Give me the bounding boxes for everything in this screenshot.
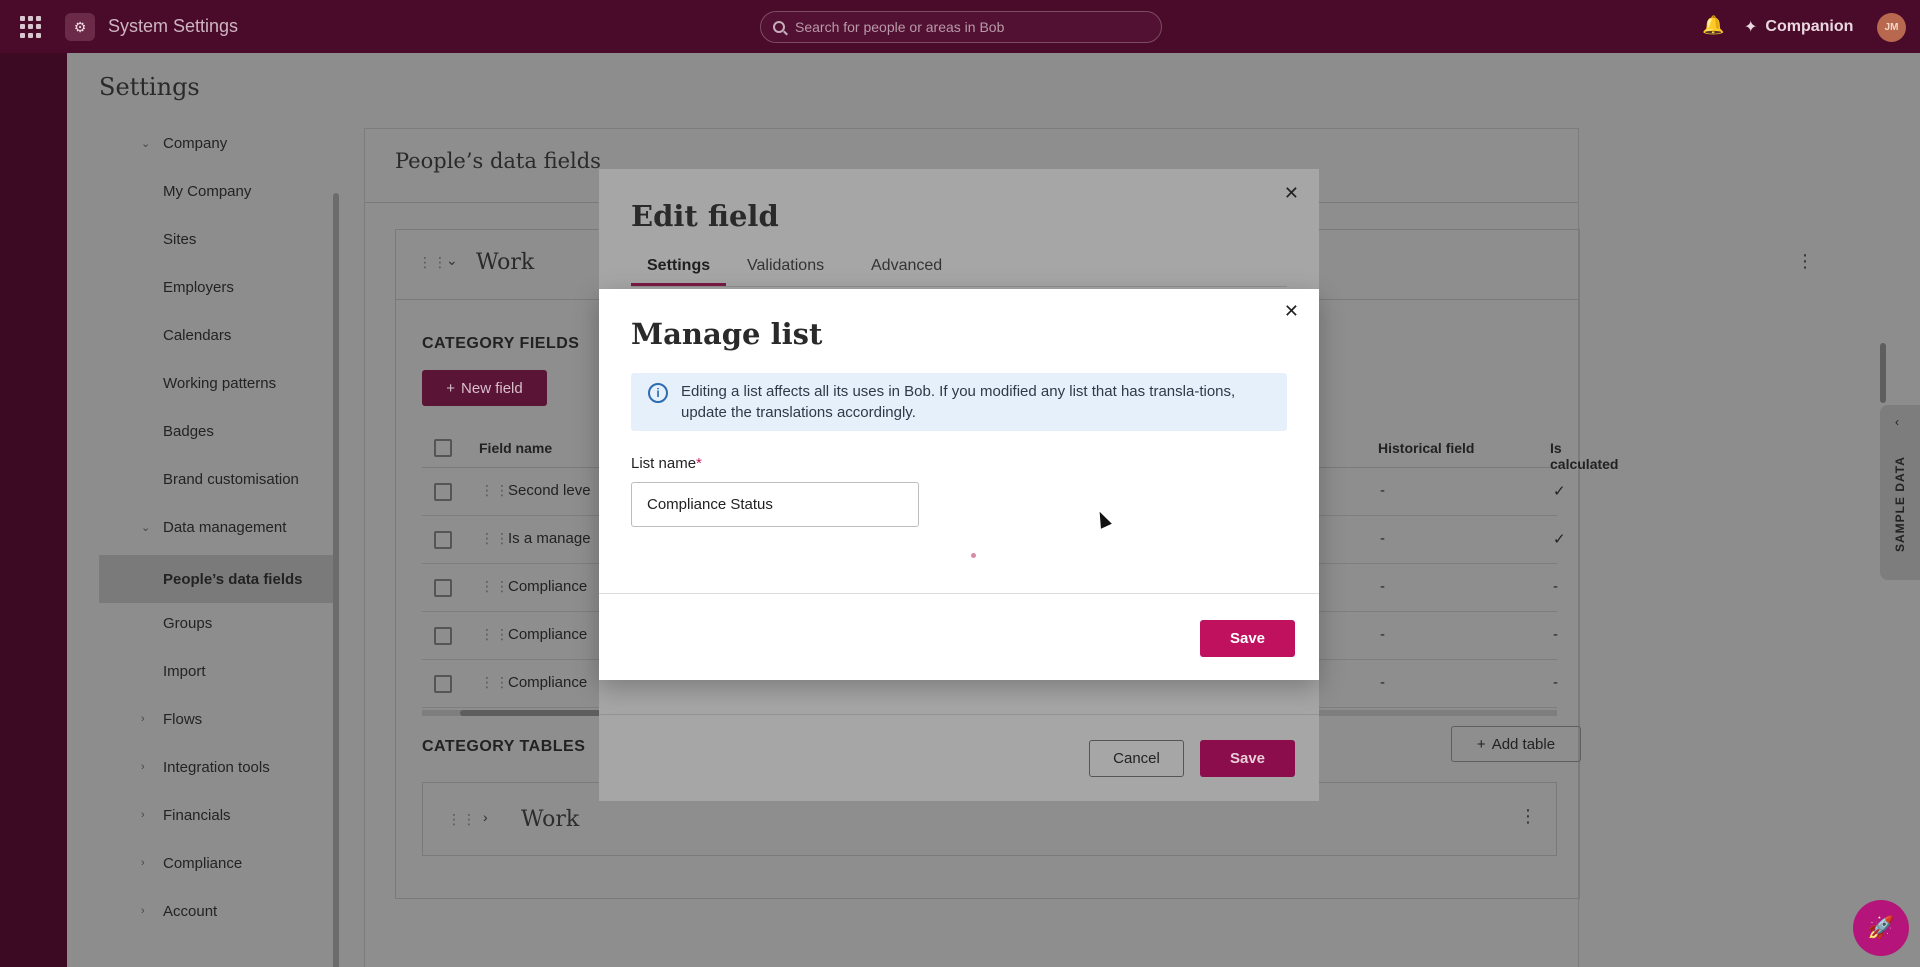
nav-item-account[interactable]: › Account	[99, 891, 339, 931]
drag-handle-icon[interactable]: ⋮⋮	[480, 482, 510, 499]
avatar[interactable]: JM	[1877, 13, 1906, 42]
row-checkbox[interactable]	[434, 483, 452, 501]
col-calculated: Is calculated	[1550, 440, 1619, 472]
manage-list-save-button[interactable]: Save	[1200, 620, 1295, 657]
chevron-down-icon: ⌄	[141, 137, 151, 150]
drag-handle-icon[interactable]: ⋮⋮	[480, 626, 510, 643]
nav-item-badges[interactable]: Badges	[99, 411, 339, 451]
plus-icon: +	[446, 379, 456, 397]
nav-item-employers[interactable]: Employers	[99, 267, 339, 307]
drag-handle-icon[interactable]: ⋮⋮	[480, 674, 510, 691]
search-input[interactable]	[795, 19, 1135, 35]
bell-icon[interactable]: 🔔	[1702, 15, 1724, 35]
check-icon: ✓	[1553, 483, 1566, 500]
row-checkbox[interactable]	[434, 579, 452, 597]
chevron-right-icon: ›	[141, 905, 145, 917]
manage-list-title: Manage list	[631, 317, 823, 351]
list-name-label: List name*	[631, 455, 702, 472]
app-logo-icon[interactable]: ⚙	[65, 13, 95, 41]
chevron-right-icon[interactable]: ›	[483, 809, 488, 825]
loading-indicator	[971, 553, 976, 558]
chevron-right-icon: ›	[141, 809, 145, 821]
left-rail: ?	[0, 53, 67, 967]
search-icon	[773, 21, 785, 33]
category-tables-heading: CATEGORY TABLES	[422, 738, 586, 755]
nav-item-compliance[interactable]: › Compliance	[99, 843, 339, 883]
drag-handle-icon[interactable]: ⋮⋮	[447, 811, 477, 828]
global-search[interactable]	[760, 11, 1162, 43]
nav-item-data-management[interactable]: ⌄ Data management	[99, 507, 339, 547]
chevron-down-icon: ⌄	[141, 521, 151, 534]
col-field-name: Field name	[479, 440, 553, 456]
nav-scrollbar[interactable]	[333, 193, 339, 967]
drag-handle-icon[interactable]: ⋮⋮	[480, 530, 510, 547]
more-options-icon[interactable]: ⋮	[1519, 807, 1537, 825]
work-section-title: Work	[476, 250, 535, 275]
select-all-checkbox[interactable]	[434, 439, 452, 457]
nav-item-peoples-data-fields[interactable]: People’s data fields	[99, 555, 339, 603]
app-title: System Settings	[108, 16, 239, 36]
sparkle-icon: ✦	[1744, 19, 1758, 36]
work-table-title: Work	[521, 807, 580, 832]
info-banner: i Editing a list affects all its uses in…	[631, 373, 1287, 431]
divider	[599, 593, 1319, 594]
manage-list-modal: ✕ Manage list i Editing a list affects a…	[599, 289, 1319, 680]
edit-field-title: Edit field	[631, 199, 779, 233]
drag-handle-icon[interactable]: ⋮⋮	[480, 578, 510, 595]
required-mark: *	[696, 455, 702, 472]
page-title: Settings	[99, 73, 200, 101]
edit-field-tabs: Settings Validations Advanced	[631, 257, 1287, 287]
nav-item-groups[interactable]: Groups	[99, 603, 339, 643]
nav-item-working-patterns[interactable]: Working patterns	[99, 363, 339, 403]
chevron-right-icon: ›	[141, 761, 145, 773]
row-checkbox[interactable]	[434, 531, 452, 549]
close-icon[interactable]: ✕	[1284, 183, 1299, 204]
nav-item-brand-customisation[interactable]: Brand customisation	[99, 459, 339, 499]
row-checkbox[interactable]	[434, 675, 452, 693]
chevron-right-icon: ›	[141, 713, 145, 725]
nav-item-sites[interactable]: Sites	[99, 219, 339, 259]
tab-validations[interactable]: Validations	[747, 257, 824, 283]
col-historical: Historical field	[1378, 440, 1475, 456]
info-icon: i	[648, 383, 668, 403]
page-scrollbar[interactable]	[1880, 343, 1886, 403]
nav-item-company[interactable]: ⌄ Company	[99, 123, 339, 163]
nav-item-import[interactable]: Import	[99, 651, 339, 691]
nav-item-financials[interactable]: › Financials	[99, 795, 339, 835]
apps-grid-icon[interactable]	[20, 16, 42, 38]
companion-label: Companion	[1765, 18, 1854, 35]
category-fields-heading: CATEGORY FIELDS	[422, 335, 580, 352]
nav-item-calendars[interactable]: Calendars	[99, 315, 339, 355]
add-table-label: Add table	[1491, 735, 1556, 753]
drag-handle-icon[interactable]: ⋮⋮	[418, 254, 448, 271]
plus-icon: +	[1476, 735, 1486, 753]
close-icon[interactable]: ✕	[1284, 301, 1299, 322]
rocket-icon[interactable]: 🚀	[1853, 900, 1909, 956]
tab-advanced[interactable]: Advanced	[871, 257, 942, 283]
list-name-input[interactable]	[631, 482, 919, 527]
tab-settings[interactable]: Settings	[631, 257, 727, 286]
chevron-down-icon[interactable]: ⌄	[446, 252, 458, 269]
new-field-button[interactable]: + New field	[422, 370, 547, 406]
edit-field-save-button[interactable]: Save	[1200, 740, 1295, 777]
divider	[599, 714, 1319, 715]
content-title: People’s data fields	[395, 149, 601, 173]
sample-data-label: SAMPLE DATA	[1893, 456, 1907, 552]
row-checkbox[interactable]	[434, 627, 452, 645]
check-icon: ✓	[1553, 531, 1566, 548]
top-bar: ⚙ System Settings 🔔 ✦ Companion JM	[0, 0, 1920, 53]
nav-item-my-company[interactable]: My Company	[99, 171, 339, 211]
sample-data-tab[interactable]: ‹ SAMPLE DATA	[1880, 405, 1920, 580]
add-table-button[interactable]: + Add table	[1451, 726, 1581, 762]
chevron-right-icon: ›	[141, 857, 145, 869]
cancel-button[interactable]: Cancel	[1089, 740, 1184, 777]
more-options-icon[interactable]: ⋮	[1796, 252, 1814, 270]
nav-item-flows[interactable]: › Flows	[99, 699, 339, 739]
companion-button[interactable]: ✦ Companion	[1744, 17, 1853, 37]
new-field-label: New field	[461, 379, 523, 397]
chevron-left-icon: ‹	[1895, 415, 1899, 429]
nav-item-integration-tools[interactable]: › Integration tools	[99, 747, 339, 787]
info-text: Editing a list affects all its uses in B…	[681, 383, 1236, 421]
